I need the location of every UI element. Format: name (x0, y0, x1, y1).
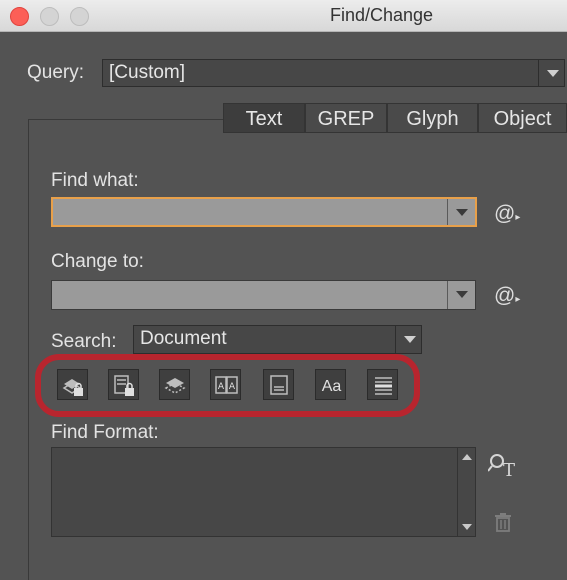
include-locked-stories-button[interactable] (108, 369, 139, 400)
include-locked-stories-icon (114, 375, 134, 396)
tab-glyph[interactable]: Glyph (387, 103, 478, 133)
search-value: Document (140, 328, 227, 349)
chevron-down-icon[interactable] (447, 281, 475, 309)
specify-attributes-icon[interactable]: T (488, 452, 518, 480)
include-locked-layers-icon (62, 379, 83, 396)
special-characters-change-icon[interactable]: @▸ (494, 284, 520, 308)
chevron-down-icon[interactable] (447, 199, 475, 225)
query-dropdown[interactable]: [Custom] (102, 59, 565, 87)
tab-object[interactable]: Object (478, 103, 567, 133)
case-sensitive-button[interactable]: Aa (315, 369, 346, 400)
case-sensitive-icon: Aa (322, 378, 342, 395)
tab-grep[interactable]: GREP (305, 103, 387, 133)
svg-text:Aa: Aa (322, 378, 342, 395)
include-master-pages-button[interactable]: A A (210, 369, 241, 400)
chevron-down-icon[interactable] (538, 60, 564, 86)
find-format-scrollbar[interactable] (457, 448, 475, 536)
find-format-box[interactable] (51, 447, 476, 537)
svg-text:A: A (229, 382, 236, 392)
query-label: Query: (27, 62, 85, 83)
include-master-pages-icon: A A (215, 376, 238, 394)
title-bar: Find/Change (0, 0, 567, 32)
maximize-window-button[interactable] (70, 7, 89, 26)
find-format-label: Find Format: (51, 422, 159, 443)
close-window-button[interactable] (10, 7, 29, 26)
include-footnotes-button[interactable] (263, 369, 294, 400)
minimize-window-button[interactable] (40, 7, 59, 26)
svg-text:T: T (503, 460, 515, 480)
whole-word-button[interactable] (367, 369, 398, 400)
chevron-down-icon[interactable] (395, 326, 421, 353)
include-hidden-layers-icon (164, 378, 186, 394)
change-to-label: Change to: (51, 251, 144, 272)
include-footnotes-icon (270, 375, 288, 395)
find-what-field[interactable] (51, 197, 477, 227)
whole-word-icon (375, 377, 392, 395)
special-characters-find-icon[interactable]: @▸ (494, 202, 520, 226)
search-dropdown[interactable]: Document (133, 325, 422, 354)
search-label: Search: (51, 331, 117, 352)
find-what-label: Find what: (51, 170, 139, 191)
query-value: [Custom] (109, 62, 186, 83)
window-title: Find/Change (330, 5, 434, 25)
include-hidden-layers-button[interactable] (159, 369, 190, 400)
include-locked-layers-button[interactable] (57, 369, 88, 400)
svg-text:A: A (218, 382, 225, 392)
tab-text[interactable]: Text (223, 103, 305, 133)
trash-icon[interactable] (492, 511, 514, 533)
change-to-field[interactable] (51, 280, 476, 310)
